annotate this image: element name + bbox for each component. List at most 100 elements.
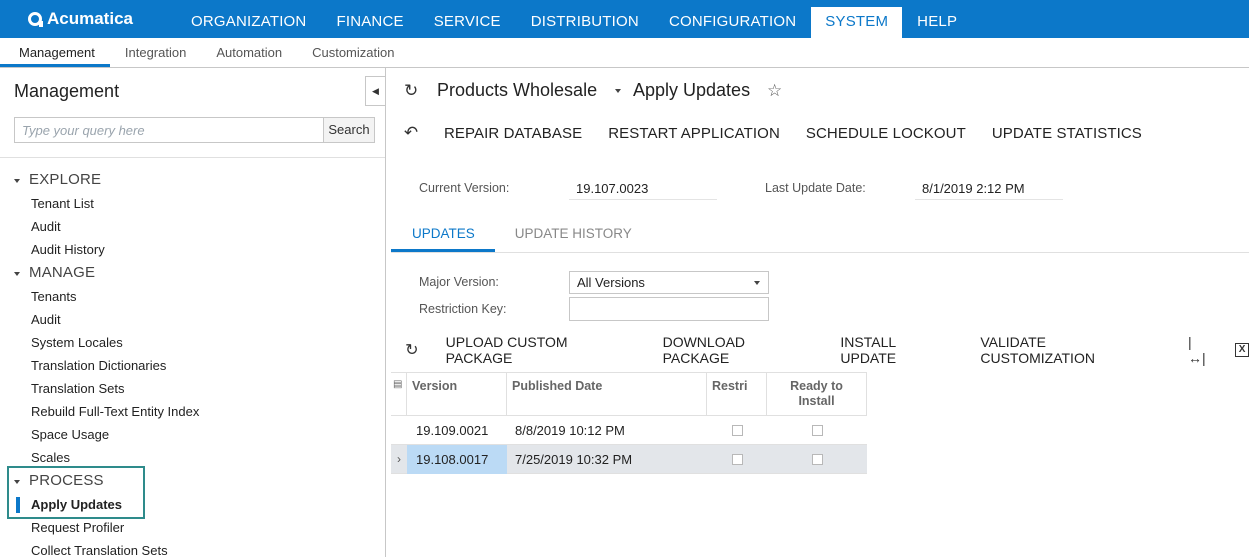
- current-version-value: 19.107.0023: [569, 178, 717, 200]
- company-selector[interactable]: Products Wholesale: [437, 80, 597, 101]
- subnav-integration[interactable]: Integration: [110, 38, 201, 67]
- restricted-checkbox[interactable]: [731, 453, 743, 465]
- restriction-key-input[interactable]: [569, 297, 769, 321]
- tab-update-history[interactable]: UPDATE HISTORY: [495, 216, 652, 252]
- export-excel-icon[interactable]: X: [1235, 343, 1249, 357]
- cell-restricted: [707, 416, 767, 445]
- refresh-icon[interactable]: ↻: [404, 81, 418, 101]
- topnav-organization[interactable]: ORGANIZATION: [176, 0, 321, 38]
- cell-restricted: [707, 445, 767, 474]
- group-manage[interactable]: MANAGE: [0, 261, 385, 285]
- major-version-select[interactable]: All Versions: [569, 271, 769, 294]
- caret-down-icon[interactable]: [615, 89, 621, 93]
- caret-left-icon: ◀: [372, 85, 379, 96]
- fit-columns-icon[interactable]: |↔|: [1176, 334, 1221, 366]
- tab-bar: UPDATES UPDATE HISTORY: [391, 216, 1249, 253]
- updates-grid: ▤ Version Published Date Restri Ready to…: [391, 372, 867, 474]
- last-update-value: 8/1/2019 2:12 PM: [915, 178, 1063, 200]
- restart-application-button[interactable]: RESTART APPLICATION: [595, 125, 793, 142]
- collapse-sidebar-button[interactable]: ◀: [365, 76, 385, 106]
- ready-checkbox[interactable]: [811, 453, 823, 465]
- star-icon[interactable]: ☆: [767, 81, 782, 101]
- table-row[interactable]: › 19.108.0017 7/25/2019 10:32 PM: [391, 444, 867, 474]
- topnav-finance[interactable]: FINANCE: [321, 0, 418, 38]
- sidebar-item-tenant-list[interactable]: Tenant List: [0, 192, 385, 215]
- major-version-value: All Versions: [577, 275, 645, 290]
- subnav-management[interactable]: Management: [0, 38, 110, 67]
- col-restricted[interactable]: Restri: [707, 373, 767, 415]
- cell-published-date: 7/25/2019 10:32 PM: [515, 451, 633, 467]
- cell-version: 19.108.0017: [407, 444, 507, 474]
- top-bar: Acumatica ORGANIZATION FINANCE SERVICE D…: [0, 0, 1249, 45]
- ready-checkbox[interactable]: [811, 424, 823, 436]
- download-package-button[interactable]: DOWNLOAD PACKAGE: [650, 334, 828, 366]
- current-version-label: Current Version:: [419, 181, 510, 195]
- grid-refresh-icon[interactable]: ↻: [391, 340, 433, 360]
- cell-version: 19.109.0021: [416, 422, 489, 438]
- subnav-automation[interactable]: Automation: [201, 38, 297, 67]
- logo-text: Acumatica: [47, 9, 133, 28]
- cell-ready: [767, 416, 867, 445]
- sidebar-search-button[interactable]: Search: [323, 118, 374, 142]
- col-version[interactable]: Version: [407, 373, 507, 415]
- undo-icon[interactable]: ↶: [391, 123, 431, 143]
- logo-icon: [28, 12, 43, 27]
- cell-published-date: 8/8/2019 10:12 PM: [515, 422, 625, 438]
- major-version-label: Major Version:: [419, 275, 499, 289]
- restricted-checkbox[interactable]: [731, 424, 743, 436]
- sidebar-search-input[interactable]: [15, 118, 323, 142]
- sidebar-title: Management: [14, 81, 120, 101]
- install-update-button[interactable]: INSTALL UPDATE: [827, 334, 967, 366]
- restriction-key-label: Restriction Key:: [419, 302, 507, 316]
- col-ready-to-install[interactable]: Ready to Install: [767, 373, 867, 415]
- acumatica-logo[interactable]: Acumatica: [28, 9, 133, 29]
- filter-panel: Major Version: All Versions Restriction …: [391, 264, 1249, 324]
- table-row[interactable]: 19.109.0021 8/8/2019 10:12 PM: [391, 416, 867, 445]
- group-label: EXPLORE: [29, 171, 102, 188]
- caret-down-icon: [14, 179, 20, 183]
- sidebar-divider: [0, 157, 385, 158]
- caret-down-icon: [14, 272, 20, 276]
- row-selector-arrow-icon[interactable]: ›: [391, 452, 407, 466]
- sidebar-item-collect-translation-sets[interactable]: Collect Translation Sets: [0, 539, 385, 557]
- sidebar-item-tenants[interactable]: Tenants: [0, 285, 385, 308]
- sidebar-search: Search: [14, 117, 375, 143]
- topnav-configuration[interactable]: CONFIGURATION: [654, 0, 811, 38]
- upload-custom-package-button[interactable]: UPLOAD CUSTOM PACKAGE: [433, 334, 650, 366]
- tab-updates[interactable]: UPDATES: [391, 216, 495, 252]
- cell-ready: [767, 445, 867, 474]
- group-label: MANAGE: [29, 264, 96, 281]
- sidebar-item-translation-sets[interactable]: Translation Sets: [0, 377, 385, 400]
- grid-toolbar: ↻ UPLOAD CUSTOM PACKAGE DOWNLOAD PACKAGE…: [391, 334, 1249, 366]
- last-update-label: Last Update Date:: [765, 181, 866, 195]
- sidebar-item-audit-history[interactable]: Audit History: [0, 238, 385, 261]
- group-explore[interactable]: EXPLORE: [0, 168, 385, 192]
- version-summary: Current Version: 19.107.0023 Last Update…: [391, 162, 1249, 220]
- sidebar-item-audit[interactable]: Audit: [0, 215, 385, 238]
- sidebar-item-audit-manage[interactable]: Audit: [0, 308, 385, 331]
- chevron-down-icon: [754, 281, 760, 285]
- update-statistics-button[interactable]: UPDATE STATISTICS: [979, 125, 1155, 142]
- highlight-box: [7, 466, 145, 519]
- validate-customization-button[interactable]: VALIDATE CUSTOMIZATION: [967, 334, 1176, 366]
- main-content: ↻ Products Wholesale Apply Updates ☆ ↶ R…: [391, 68, 1249, 557]
- sidebar-item-rebuild-index[interactable]: Rebuild Full-Text Entity Index: [0, 400, 385, 423]
- subnav-customization[interactable]: Customization: [297, 38, 409, 67]
- sidebar-item-translation-dictionaries[interactable]: Translation Dictionaries: [0, 354, 385, 377]
- topnav-help[interactable]: HELP: [902, 0, 972, 38]
- schedule-lockout-button[interactable]: SCHEDULE LOCKOUT: [793, 125, 979, 142]
- column-config-icon[interactable]: ▤: [391, 373, 407, 415]
- sidebar-item-space-usage[interactable]: Space Usage: [0, 423, 385, 446]
- topnav-distribution[interactable]: DISTRIBUTION: [516, 0, 654, 38]
- title-row: ↻ Products Wholesale Apply Updates ☆: [391, 68, 1249, 112]
- top-nav: ORGANIZATION FINANCE SERVICE DISTRIBUTIO…: [176, 0, 972, 45]
- col-published-date[interactable]: Published Date: [507, 373, 707, 415]
- main-toolbar: ↶ REPAIR DATABASE RESTART APPLICATION SC…: [391, 118, 1249, 148]
- repair-database-button[interactable]: REPAIR DATABASE: [431, 125, 595, 142]
- sub-nav: Management Integration Automation Custom…: [0, 38, 1249, 68]
- sidebar-item-system-locales[interactable]: System Locales: [0, 331, 385, 354]
- sidebar-item-request-profiler[interactable]: Request Profiler: [0, 516, 385, 539]
- topnav-service[interactable]: SERVICE: [419, 0, 516, 38]
- page-title: Apply Updates: [633, 80, 751, 100]
- grid-header: ▤ Version Published Date Restri Ready to…: [391, 372, 867, 416]
